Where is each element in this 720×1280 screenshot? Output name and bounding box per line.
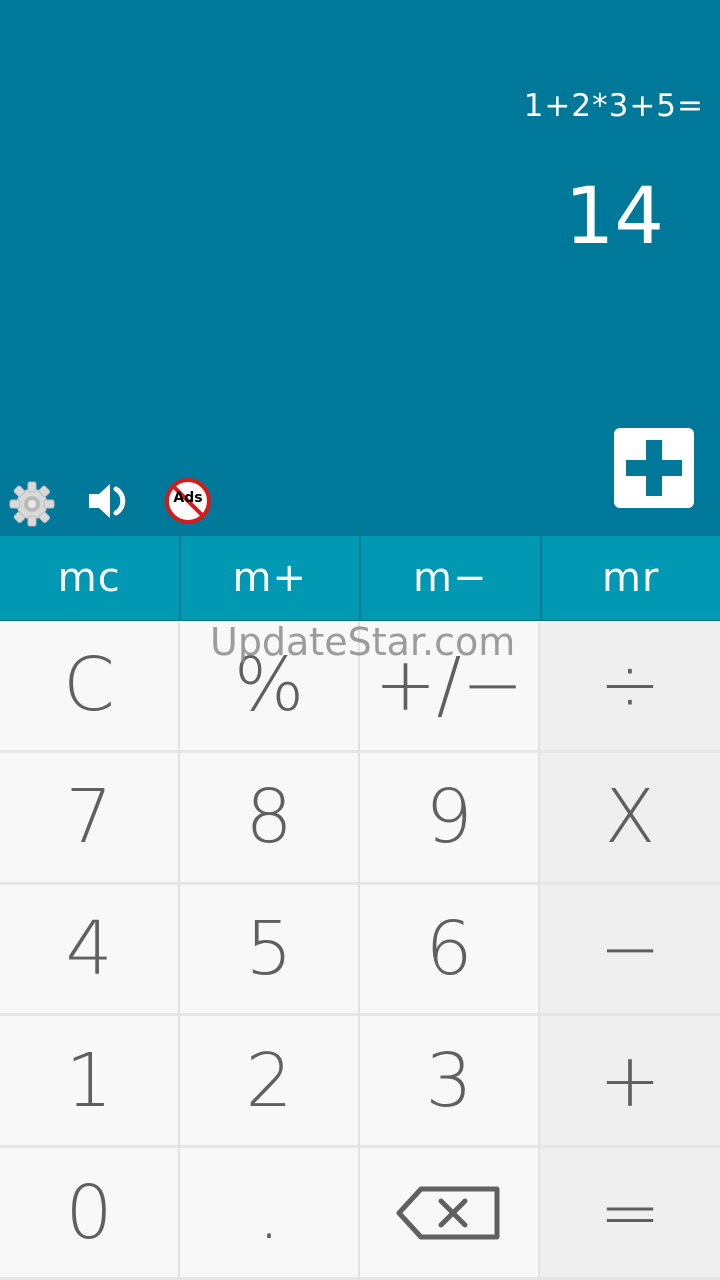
memory-subtract-button[interactable]: m− <box>361 536 542 620</box>
digit-2-button[interactable]: 2 <box>180 1016 360 1149</box>
digit-7-button[interactable]: 7 <box>0 752 180 885</box>
display-panel: 1+2*3+5= 14 Ads <box>0 0 720 535</box>
speaker-icon[interactable] <box>86 477 134 525</box>
digit-0-button[interactable]: 0 <box>0 1148 180 1280</box>
digit-5-button[interactable]: 5 <box>180 884 360 1017</box>
memory-add-button[interactable]: m+ <box>181 536 361 620</box>
digit-6-button[interactable]: 6 <box>360 884 540 1017</box>
equals-button[interactable]: = <box>540 1148 720 1280</box>
result-text: 14 <box>564 172 664 262</box>
no-ads-icon[interactable]: Ads <box>164 477 212 525</box>
digit-4-button[interactable]: 4 <box>0 884 180 1017</box>
plus-icon <box>626 440 682 496</box>
digit-3-button[interactable]: 3 <box>360 1016 540 1149</box>
expression-text: 1+2*3+5= <box>523 88 704 124</box>
digit-8-button[interactable]: 8 <box>180 752 360 885</box>
decimal-button[interactable]: . <box>180 1148 360 1280</box>
clear-button[interactable]: C <box>0 621 180 753</box>
gear-icon[interactable] <box>8 480 56 528</box>
digit-1-button[interactable]: 1 <box>0 1016 180 1149</box>
memory-row: mc m+ m− mr <box>0 535 720 621</box>
memory-recall-button[interactable]: mr <box>542 536 720 620</box>
add-button[interactable] <box>614 428 694 508</box>
sign-toggle-button[interactable]: +/− <box>360 621 540 753</box>
digit-9-button[interactable]: 9 <box>360 752 540 885</box>
multiply-button[interactable]: X <box>540 752 720 885</box>
backspace-icon <box>396 1186 500 1240</box>
add-operator-button[interactable]: + <box>540 1016 720 1149</box>
backspace-button[interactable] <box>360 1148 540 1280</box>
no-ads-label: Ads <box>173 490 203 506</box>
percent-button[interactable]: % <box>180 621 360 753</box>
memory-clear-button[interactable]: mc <box>0 536 181 620</box>
subtract-button[interactable]: − <box>540 884 720 1017</box>
keypad: C % +/− ÷ 7 8 9 X 4 5 6 − 1 2 3 + 0 . = <box>0 621 720 1280</box>
divide-button[interactable]: ÷ <box>540 621 720 753</box>
